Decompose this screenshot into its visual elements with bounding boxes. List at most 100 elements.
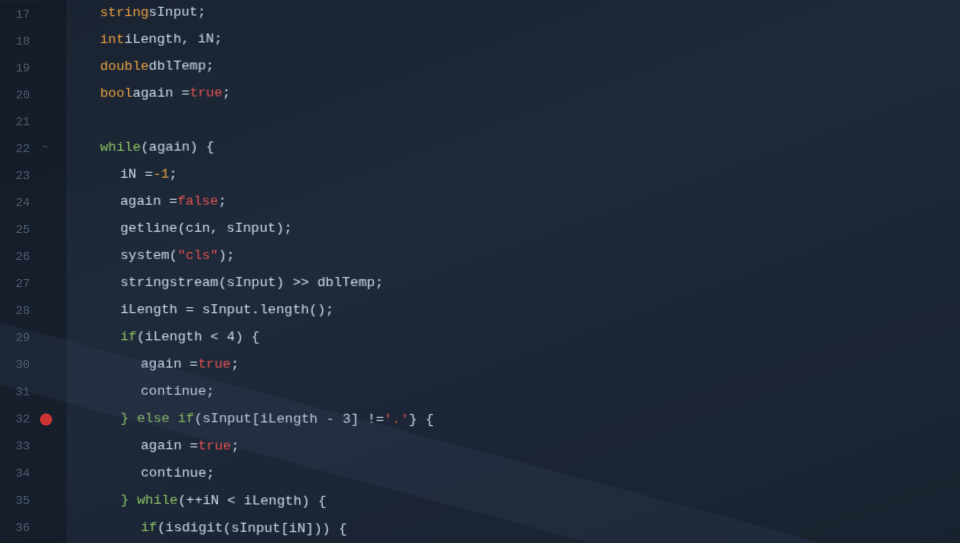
line-number: 22 bbox=[0, 142, 38, 156]
token-num: -1 bbox=[153, 162, 169, 189]
token-plain: getline(cin, sInput); bbox=[120, 216, 292, 243]
code-line: while (again) { bbox=[80, 131, 960, 162]
gutter-row: 36 bbox=[0, 514, 67, 542]
code-line: if (iLength < 4) { bbox=[80, 324, 960, 353]
code-area: string sInput; int iLength, iN;double dbl… bbox=[68, 0, 960, 543]
line-number: 31 bbox=[0, 385, 38, 399]
token-plain: (isdigit(sInput[iN])) { bbox=[157, 515, 347, 543]
breakpoint[interactable] bbox=[40, 413, 52, 425]
line-number: 29 bbox=[0, 331, 38, 345]
line-number: 32 bbox=[0, 412, 38, 426]
code-line: system("cls"); bbox=[80, 242, 960, 270]
token-str: '.' bbox=[384, 407, 409, 435]
token-plain: (iLength < 4) { bbox=[137, 324, 260, 351]
gutter-row: 22− bbox=[0, 135, 67, 162]
token-kw-ctrl: } while bbox=[121, 487, 178, 515]
line-number: 23 bbox=[0, 169, 38, 183]
token-bool-val: true bbox=[198, 352, 231, 379]
code-line: stringstream(sInput) >> dblTemp; bbox=[80, 270, 960, 298]
token-type: int bbox=[100, 27, 124, 54]
token-plain: system( bbox=[120, 243, 177, 270]
gutter-row: 27 bbox=[0, 270, 67, 297]
token-bool-val: true bbox=[198, 433, 231, 460]
line-number: 34 bbox=[0, 466, 38, 480]
line-number: 17 bbox=[0, 7, 38, 21]
gutter-row: 30 bbox=[0, 351, 67, 378]
code-line: iN = -1; bbox=[80, 159, 960, 189]
fold-indicator[interactable]: − bbox=[38, 143, 52, 154]
token-plain: sInput; bbox=[149, 0, 206, 27]
gutter-row: 23 bbox=[0, 162, 67, 189]
line-number: 21 bbox=[0, 115, 38, 129]
token-plain: ; bbox=[222, 80, 230, 107]
token-plain: (++iN < iLength) { bbox=[178, 488, 326, 516]
gutter-row: 21 bbox=[0, 108, 67, 135]
token-kw-ctrl: if bbox=[120, 324, 136, 351]
gutter-row: 25 bbox=[0, 216, 67, 243]
token-plain: again = bbox=[120, 189, 177, 216]
code-line: bool again = true; bbox=[80, 76, 960, 108]
token-plain: ; bbox=[169, 162, 177, 189]
gutter-row: 17 bbox=[0, 1, 67, 28]
gutter-row: 28 bbox=[0, 297, 67, 324]
line-number: 28 bbox=[0, 304, 38, 318]
gutter-row: 18 bbox=[0, 27, 67, 54]
token-kw-ctrl: if bbox=[141, 515, 157, 542]
gutter-row: 24 bbox=[0, 189, 67, 216]
code-line: again = true; bbox=[80, 351, 960, 381]
code-wrapper: 17 18 19 20 21 22− 23 24 25 26 27 28 29 30 31 32 33 34 35 3… bbox=[0, 0, 960, 543]
token-plain: again = bbox=[141, 351, 198, 378]
token-plain: (sInput[iLength - 3] != bbox=[194, 406, 384, 434]
token-plain: again = bbox=[141, 433, 198, 461]
token-type: double bbox=[100, 54, 149, 81]
gutter-row: 31 bbox=[0, 378, 67, 405]
token-plain: ; bbox=[231, 433, 239, 460]
token-type: string bbox=[100, 0, 149, 27]
code-line: continue; bbox=[80, 378, 960, 409]
line-number: 30 bbox=[0, 358, 38, 372]
token-str: "cls" bbox=[177, 243, 218, 270]
token-plain: iLength = sInput.length(); bbox=[120, 297, 333, 324]
code-line bbox=[80, 104, 960, 135]
token-plain: continue; bbox=[141, 460, 215, 488]
gutter-row: 34 bbox=[0, 459, 67, 487]
line-number: 35 bbox=[0, 493, 38, 507]
line-number: 19 bbox=[0, 61, 38, 75]
code-line: iLength = sInput.length(); bbox=[80, 297, 960, 325]
token-plain: continue; bbox=[141, 379, 215, 406]
token-plain: iLength, iN; bbox=[124, 26, 222, 54]
code-line: again = false; bbox=[80, 187, 960, 216]
token-plain: again = bbox=[133, 81, 190, 108]
line-number: 26 bbox=[0, 249, 38, 263]
line-number: 18 bbox=[0, 34, 38, 48]
token-bool-val: true bbox=[190, 80, 223, 107]
line-number: 33 bbox=[0, 439, 38, 453]
gutter-row: 29 bbox=[0, 324, 67, 351]
token-plain: ); bbox=[218, 243, 234, 270]
token-plain: } { bbox=[409, 407, 434, 435]
line-number: 27 bbox=[0, 276, 38, 290]
token-plain: stringstream(sInput) >> dblTemp; bbox=[120, 270, 383, 297]
line-number: 20 bbox=[0, 88, 38, 102]
editor-container: 17 18 19 20 21 22− 23 24 25 26 27 28 29 30 31 32 33 34 35 3… bbox=[0, 0, 960, 543]
token-plain: iN = bbox=[120, 162, 153, 189]
token-plain: dblTemp; bbox=[149, 53, 214, 80]
line-gutter: 17 18 19 20 21 22− 23 24 25 26 27 28 29 30 31 32 33 34 35 3… bbox=[0, 1, 68, 543]
line-number: 25 bbox=[0, 222, 38, 236]
gutter-row: 35 bbox=[0, 487, 67, 515]
code-line: getline(cin, sInput); bbox=[80, 214, 960, 242]
code-line: } else if (sInput[iLength - 3] != '.'} { bbox=[80, 406, 960, 437]
gutter-row: 26 bbox=[0, 243, 67, 270]
token-kw-ctrl: } else if bbox=[120, 406, 194, 434]
line-number: 36 bbox=[0, 520, 38, 534]
code-line: if (isdigit(sInput[iN])) { bbox=[80, 514, 960, 543]
token-bool-val: false bbox=[177, 189, 218, 216]
token-plain: ; bbox=[231, 352, 239, 379]
gutter-row: 32 bbox=[0, 405, 67, 432]
gutter-row: 33 bbox=[0, 432, 67, 460]
token-plain: (again) { bbox=[141, 134, 215, 161]
gutter-row: 20 bbox=[0, 81, 67, 108]
line-number: 24 bbox=[0, 196, 38, 210]
token-type: bool bbox=[100, 81, 133, 108]
gutter-row: 19 bbox=[0, 54, 67, 81]
